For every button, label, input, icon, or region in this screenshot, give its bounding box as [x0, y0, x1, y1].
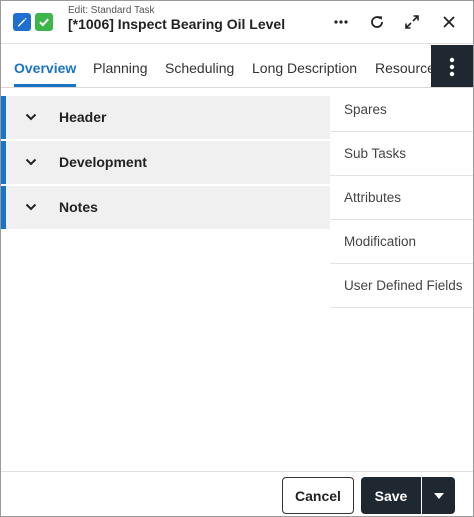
window-header: Edit: Standard Task [*1006] Inspect Bear… [1, 1, 473, 44]
section-label: Notes [59, 199, 98, 215]
chevron-down-icon [25, 203, 37, 211]
save-button[interactable]: Save [361, 477, 421, 514]
section-development[interactable]: Development [1, 141, 330, 184]
section-header[interactable]: Header [1, 96, 330, 139]
close-icon[interactable] [438, 11, 460, 33]
more-tabs-button[interactable] [431, 45, 473, 87]
expand-icon[interactable] [401, 11, 423, 33]
task-edit-window: Edit: Standard Task [*1006] Inspect Bear… [0, 0, 474, 517]
save-options-button[interactable] [422, 477, 455, 514]
more-vertical-icon [449, 57, 455, 76]
refresh-icon[interactable] [366, 11, 388, 33]
section-list: Header Development Notes [1, 96, 330, 231]
section-label: Header [59, 109, 107, 125]
edit-icon[interactable] [13, 13, 31, 31]
more-horizontal-icon[interactable] [330, 11, 352, 33]
side-item-attributes[interactable]: Attributes [330, 176, 473, 220]
side-item-sub-tasks[interactable]: Sub Tasks [330, 132, 473, 176]
chevron-down-icon [25, 113, 37, 121]
side-item-spares[interactable]: Spares [330, 88, 473, 132]
side-item-modification[interactable]: Modification [330, 220, 473, 264]
section-notes[interactable]: Notes [1, 186, 330, 229]
side-item-user-defined-fields[interactable]: User Defined Fields [330, 264, 473, 308]
tab-scheduling[interactable]: Scheduling [165, 45, 234, 87]
side-panel: Spares Sub Tasks Attributes Modification… [330, 88, 473, 308]
tab-long-description[interactable]: Long Description [252, 45, 357, 87]
chevron-down-icon [25, 158, 37, 166]
window-footer: Cancel Save [1, 471, 473, 516]
cancel-button[interactable]: Cancel [282, 477, 354, 514]
check-icon[interactable] [35, 13, 53, 31]
tab-planning[interactable]: Planning [93, 45, 148, 87]
tab-overview[interactable]: Overview [14, 45, 77, 87]
section-label: Development [59, 154, 147, 170]
tab-bar: Overview Planning Scheduling Long Descri… [1, 45, 473, 88]
caret-down-icon [433, 492, 444, 499]
window-title: [*1006] Inspect Bearing Oil Level [68, 16, 286, 32]
